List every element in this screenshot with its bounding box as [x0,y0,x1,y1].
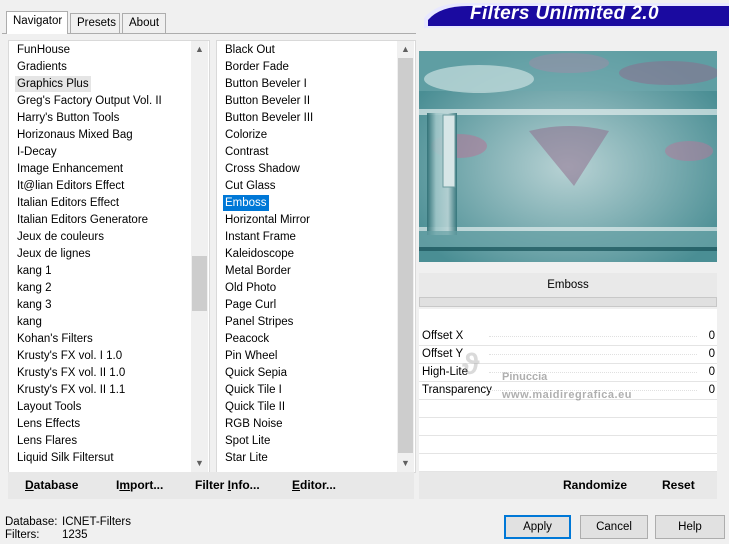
category-item[interactable]: Gradients [15,59,69,75]
filter-item[interactable]: Star Lite [223,450,270,466]
filter-item[interactable]: Horizontal Mirror [223,212,312,228]
category-item[interactable]: Lens Flares [15,433,79,449]
parameter-label: Transparency [422,384,492,396]
category-item[interactable]: Greg's Factory Output Vol. II [15,93,164,109]
filter-item[interactable]: Pin Wheel [223,348,279,364]
category-item[interactable]: Graphics Plus [15,76,91,92]
apply-button[interactable]: Apply [504,515,571,539]
filter-item[interactable]: Quick Tile II [223,399,287,415]
filter-item[interactable]: Old Photo [223,280,278,296]
filter-info-button[interactable]: Filter Info... [195,478,260,492]
category-item[interactable]: Layout Tools [15,399,83,415]
editor-button[interactable]: Editor... [292,478,336,492]
parameter-row[interactable]: Offset X 0 [419,328,717,346]
filter-separator-bar [419,297,717,307]
tab-presets[interactable]: Presets [70,13,120,33]
category-item[interactable]: kang 3 [15,297,54,313]
category-item[interactable]: kang [15,314,44,330]
watermark-logo: ϑ [462,348,480,381]
scroll-down-icon[interactable]: ▼ [191,455,208,472]
parameter-label: Offset X [422,330,464,342]
parameter-value: 0 [708,348,715,360]
current-filter-title: Emboss [419,273,717,297]
category-scrollbar[interactable]: ▲ ▼ [191,41,208,472]
category-item[interactable]: Kohan's Filters [15,331,95,347]
parameter-row-empty [419,454,717,472]
randomize-button[interactable]: Randomize [563,478,627,492]
database-button[interactable]: Database [25,478,78,492]
filter-item[interactable]: Instant Frame [223,229,298,245]
tab-navigator[interactable]: Navigator [6,11,68,34]
filter-item[interactable]: Button Beveler I [223,76,309,92]
category-item[interactable]: Jeux de lignes [15,246,93,262]
category-item[interactable]: Krusty's FX vol. I 1.0 [15,348,124,364]
category-item[interactable]: Lens Effects [15,416,82,432]
filter-list[interactable]: Black Out Border Fade Button Beveler I Butt… [216,40,416,473]
parameter-row-empty [419,436,717,454]
status-filters-value: 1235 [62,529,88,541]
cancel-button[interactable]: Cancel [580,515,648,539]
filter-item[interactable]: Quick Sepia [223,365,289,381]
filter-item[interactable]: Kaleidoscope [223,246,296,262]
tab-about[interactable]: About [122,13,166,33]
filter-scroll-thumb[interactable] [398,58,413,453]
parameter-row-empty [419,418,717,436]
left-toolbar: Database Import... Filter Info... Editor… [8,472,414,499]
right-toolbar: Randomize Reset [419,472,717,499]
category-item[interactable]: Harry's Button Tools [15,110,121,126]
category-item[interactable]: Image Enhancement [15,161,125,177]
category-item[interactable]: Krusty's FX vol. II 1.0 [15,365,127,381]
filter-scrollbar[interactable]: ▲ ▼ [397,41,414,472]
filter-item[interactable]: Cut Glass [223,178,278,194]
parameter-slider-track[interactable] [489,336,697,337]
filter-item[interactable]: Button Beveler III [223,110,315,126]
category-list[interactable]: FunHouse Gradients Graphics Plus Greg's Fac… [8,40,210,473]
filter-item[interactable]: Contrast [223,144,270,160]
parameter-value: 0 [708,384,715,396]
parameter-value: 0 [708,366,715,378]
parameter-label: Offset Y [422,348,464,360]
filter-item[interactable]: Peacock [223,331,271,347]
watermark-name: Pinuccia [502,371,548,383]
parameter-row-empty [419,400,717,418]
filter-item[interactable]: Metal Border [223,263,293,279]
category-item[interactable]: Horizonaus Mixed Bag [15,127,135,143]
banner-title: Filters Unlimited 2.0 [470,3,659,24]
filter-item[interactable]: Spot Lite [223,433,272,449]
filter-item[interactable]: Button Beveler II [223,93,312,109]
filter-item[interactable]: Colorize [223,127,269,143]
scroll-up-icon[interactable]: ▲ [397,41,414,58]
filter-item[interactable]: Cross Shadow [223,161,302,177]
status-database-value: ICNET-Filters [62,516,131,528]
status-database-label: Database: [5,516,58,528]
status-filters-label: Filters: [5,529,40,541]
category-scroll-thumb[interactable] [192,256,207,311]
category-item[interactable]: Liquid Silk Filtersut [15,450,116,466]
import-button[interactable]: Import... [116,478,163,492]
filter-item[interactable]: Black Out [223,42,277,58]
filter-preview-image [419,51,717,262]
filter-item[interactable]: Border Fade [223,59,291,75]
filter-item[interactable]: Emboss [223,195,269,211]
filter-item[interactable]: Page Curl [223,297,278,313]
category-item[interactable]: kang 2 [15,280,54,296]
help-button[interactable]: Help [655,515,725,539]
reset-button[interactable]: Reset [662,478,695,492]
category-item[interactable]: I-Decay [15,144,59,160]
filter-item[interactable]: Panel Stripes [223,314,295,330]
filter-item[interactable]: Quick Tile I [223,382,284,398]
category-item[interactable]: kang 1 [15,263,54,279]
scroll-up-icon[interactable]: ▲ [191,41,208,58]
parameter-slider-track[interactable] [489,354,697,355]
scroll-down-icon[interactable]: ▼ [397,455,414,472]
category-item[interactable]: FunHouse [15,42,72,58]
category-item[interactable]: Italian Editors Effect [15,195,121,211]
category-item[interactable]: Krusty's FX vol. II 1.1 [15,382,127,398]
parameter-value: 0 [708,330,715,342]
filter-item[interactable]: RGB Noise [223,416,285,432]
category-item[interactable]: It@lian Editors Effect [15,178,126,194]
category-item[interactable]: Jeux de couleurs [15,229,106,245]
watermark-url: www.maidiregrafica.eu [502,389,632,401]
category-item[interactable]: Italian Editors Generatore [15,212,150,228]
